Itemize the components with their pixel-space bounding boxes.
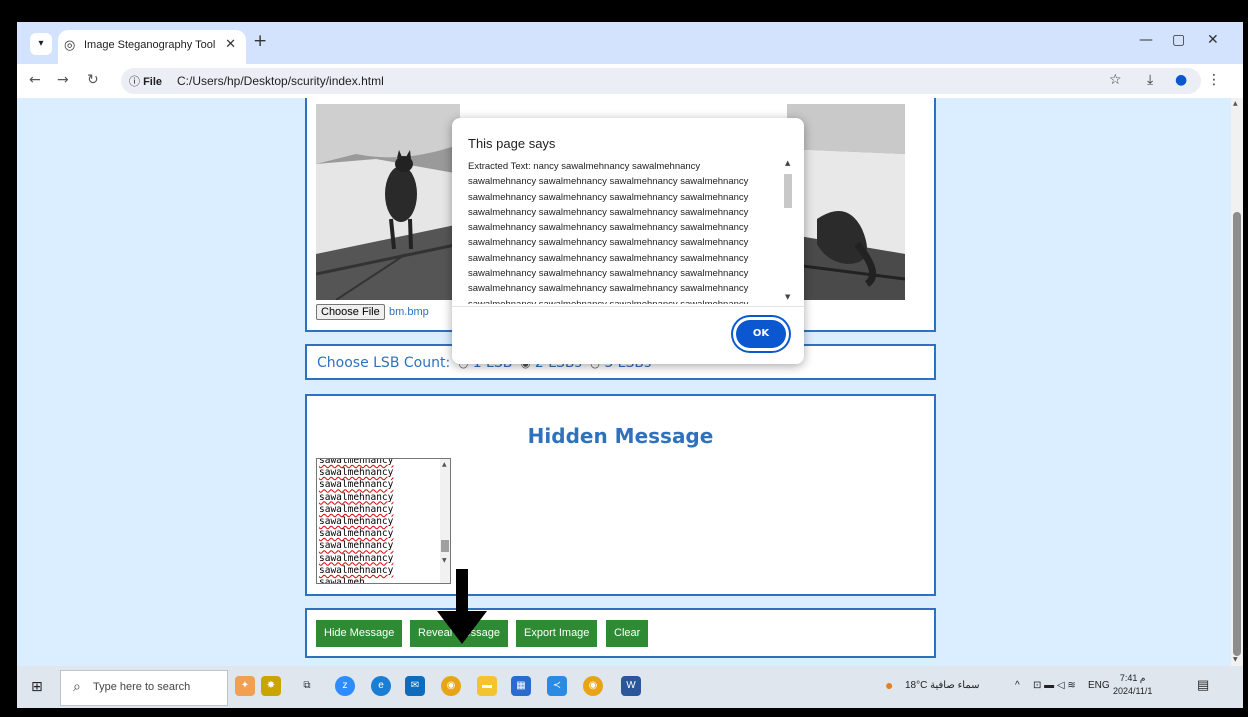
alert-dialog: This page says Extracted Text: nancy saw… — [452, 118, 804, 364]
textarea-line: sawalmehnancy — [319, 491, 394, 503]
site-info-chip[interactable]: ⓘ File — [129, 73, 162, 89]
tab-strip: ▾ ◎ Image Steganography Tool ✕ + — ▢ ✕ — [17, 22, 1243, 64]
tray-icons[interactable]: ⊡ ▬ ◁ ≋ — [1033, 680, 1076, 691]
stego-image — [787, 104, 905, 300]
back-icon[interactable]: ← — [29, 72, 41, 88]
toolbar: ← → ↻ ⓘ File C:/Users/hp/Desktop/scurity… — [17, 64, 1243, 99]
minimize-icon[interactable]: — — [1139, 32, 1153, 48]
dialog-line: sawalmehnancy sawalmehnancy sawalmehnanc… — [468, 222, 749, 234]
file-explorer-icon[interactable]: ▬ — [477, 676, 497, 696]
windows-taskbar: ⊞ ⌕ Type here to search ✦ ✸ ⧉ z e ✉ ◉ ▬ … — [17, 666, 1243, 708]
address-bar[interactable]: ⓘ File C:/Users/hp/Desktop/scurity/index… — [121, 68, 1201, 94]
textarea-line: sawalmehnancy — [319, 458, 394, 466]
word-icon[interactable]: W — [621, 676, 641, 696]
textarea-line: sawalmehnancy — [319, 564, 394, 576]
textarea-line: sawalmehnancy — [319, 528, 394, 540]
scrollbar-thumb[interactable] — [1233, 212, 1241, 656]
windows-start-icon[interactable]: ⊞ — [31, 679, 43, 695]
tab-active[interactable]: ◎ Image Steganography Tool ✕ — [58, 30, 246, 64]
textarea-line: sawalmehnancy — [319, 552, 394, 564]
chrome-icon[interactable]: ◉ — [441, 676, 461, 696]
profile-icon[interactable]: ● — [1175, 72, 1187, 88]
vscode-icon[interactable]: ≺ — [547, 676, 567, 696]
search-placeholder: Type here to search — [93, 681, 191, 693]
page-viewport: Choose File bm.bmp Choose LSB Count: ○ 1… — [17, 98, 1243, 666]
textarea-line: sawalmeh — [319, 577, 365, 584]
menu-icon[interactable]: ⋮ — [1207, 72, 1221, 88]
search-icon: ⌕ — [73, 679, 81, 695]
original-image — [316, 104, 460, 300]
bookmark-star-icon[interactable]: ☆ — [1109, 72, 1122, 88]
chrome-active-icon[interactable]: ◉ — [583, 676, 603, 696]
textarea-line: sawalmehnancy — [319, 540, 394, 552]
taskbar-search[interactable]: ⌕ Type here to search — [60, 670, 228, 706]
textarea-line: sawalmehnancy — [319, 503, 394, 515]
notification-icon[interactable]: ▤ — [1197, 677, 1209, 693]
hidden-message-title: Hidden Message — [527, 424, 714, 448]
selected-file-name: bm.bmp — [389, 306, 429, 318]
hidden-message-textarea[interactable]: sawalmehnancy sawalmehnancy sawalmehnancy s… — [316, 458, 451, 584]
dialog-line: sawalmehnancy sawalmehnancy sawalmehnanc… — [468, 297, 788, 304]
dialog-line: sawalmehnancy sawalmehnancy sawalmehnanc… — [468, 252, 749, 264]
clear-button[interactable]: Clear — [606, 620, 649, 647]
dialog-scrollbar[interactable]: ▲ ▼ — [784, 159, 792, 304]
edge-icon[interactable]: e — [371, 676, 391, 696]
export-image-button[interactable]: Export Image — [516, 620, 598, 647]
dialog-line: Extracted Text: nancy sawalmehnancy sawa… — [468, 161, 701, 172]
dialog-line: sawalmehnancy sawalmehnancy sawalmehnanc… — [468, 191, 749, 203]
dialog-line: sawalmehnancy sawalmehnancy sawalmehnanc… — [468, 283, 749, 295]
dialog-message: Extracted Text: nancy sawalmehnancy sawa… — [468, 159, 788, 304]
dialog-line: sawalmehnancy sawalmehnancy sawalmehnanc… — [468, 237, 749, 249]
choose-file-button[interactable]: Choose File — [316, 304, 385, 320]
textarea-line: sawalmehnancy — [319, 479, 394, 491]
close-window-icon[interactable]: ✕ — [1207, 32, 1219, 48]
copilot-icon[interactable]: ✦ — [235, 676, 255, 696]
taskbar-clock[interactable]: 7:41 م 2024/11/1 — [1113, 672, 1152, 698]
dialog-divider — [452, 306, 804, 307]
page-scrollbar[interactable]: ▲ ▼ — [1231, 98, 1243, 666]
hide-message-button[interactable]: Hide Message — [316, 620, 403, 647]
forward-icon[interactable]: → — [57, 72, 69, 88]
widgets-icon[interactable]: ✸ — [261, 676, 281, 696]
restore-icon[interactable]: ▢ — [1172, 32, 1185, 48]
close-tab-icon[interactable]: ✕ — [225, 37, 236, 52]
weather-text[interactable]: 18°C سماء صافية — [905, 680, 980, 691]
task-view-icon[interactable]: ⧉ — [297, 676, 317, 696]
dialog-line: sawalmehnancy sawalmehnancy sawalmehnanc… — [468, 206, 749, 218]
textarea-scrollbar[interactable]: ▲ ▼ — [440, 459, 450, 583]
store-icon[interactable]: ▦ — [511, 676, 531, 696]
textarea-line: sawalmehnancy — [319, 516, 394, 528]
tab-title: Image Steganography Tool — [84, 39, 216, 51]
textarea-line: sawalmehnancy — [319, 467, 394, 479]
browser-window: ▾ ◎ Image Steganography Tool ✕ + — ▢ ✕ ←… — [17, 22, 1243, 708]
download-icon[interactable]: ⤓ — [1147, 72, 1153, 88]
language-indicator[interactable]: ENG — [1088, 680, 1110, 691]
lsb-label: Choose LSB Count: — [317, 355, 451, 371]
mail-icon[interactable]: ✉ — [405, 676, 425, 696]
tab-search-icon[interactable]: ▾ — [30, 33, 52, 55]
textarea-content: sawalmehnancy sawalmehnancy sawalmehnancy s… — [319, 458, 394, 584]
weather-icon[interactable]: ● — [885, 677, 893, 693]
arrow-down-icon — [437, 569, 487, 644]
new-tab-icon[interactable]: + — [253, 31, 267, 51]
url-text: C:/Users/hp/Desktop/scurity/index.html — [177, 74, 384, 88]
zoom-icon[interactable]: z — [335, 676, 355, 696]
globe-icon: ◎ — [64, 38, 76, 53]
hidden-message-panel: Hidden Message sawalmehnancy sawalmehnanc… — [305, 394, 936, 596]
action-panel: Hide Message Reveal Message Export Image… — [305, 608, 936, 658]
ok-button[interactable]: OK — [736, 320, 786, 348]
reload-icon[interactable]: ↻ — [87, 72, 99, 88]
dialog-line: sawalmehnancy sawalmehnancy sawalmehnanc… — [468, 268, 749, 280]
tray-chevron-icon[interactable]: ^ — [1015, 680, 1020, 691]
dialog-line: sawalmehnancy sawalmehnancy sawalmehnanc… — [468, 176, 749, 188]
dialog-title: This page says — [468, 136, 556, 151]
